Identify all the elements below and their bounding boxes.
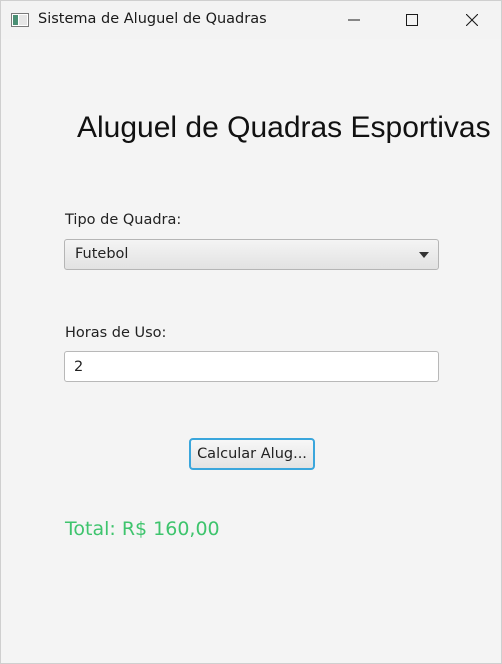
chevron-down-icon	[419, 252, 429, 258]
hours-input[interactable]	[64, 351, 439, 382]
close-icon	[466, 14, 478, 26]
minimize-icon	[348, 19, 360, 21]
court-type-label: Tipo de Quadra:	[65, 212, 182, 228]
hours-label: Horas de Uso:	[65, 325, 167, 341]
minimize-button[interactable]	[331, 1, 377, 39]
page-title: Aluguel de Quadras Esportivas	[77, 111, 491, 144]
maximize-button[interactable]	[389, 1, 435, 39]
title-bar[interactable]: Sistema de Aluguel de Quadras	[1, 1, 501, 39]
court-type-select[interactable]: Futebol	[64, 239, 439, 270]
app-icon	[11, 12, 29, 27]
window-title: Sistema de Aluguel de Quadras	[38, 11, 267, 27]
calculate-button[interactable]: Calcular Alug...	[189, 438, 315, 470]
maximize-icon	[406, 14, 418, 26]
total-amount: Total: R$ 160,00	[65, 518, 220, 540]
close-button[interactable]	[449, 1, 495, 39]
court-type-selected-value: Futebol	[75, 246, 129, 262]
app-window: Sistema de Aluguel de Quadras Aluguel de…	[0, 0, 502, 664]
